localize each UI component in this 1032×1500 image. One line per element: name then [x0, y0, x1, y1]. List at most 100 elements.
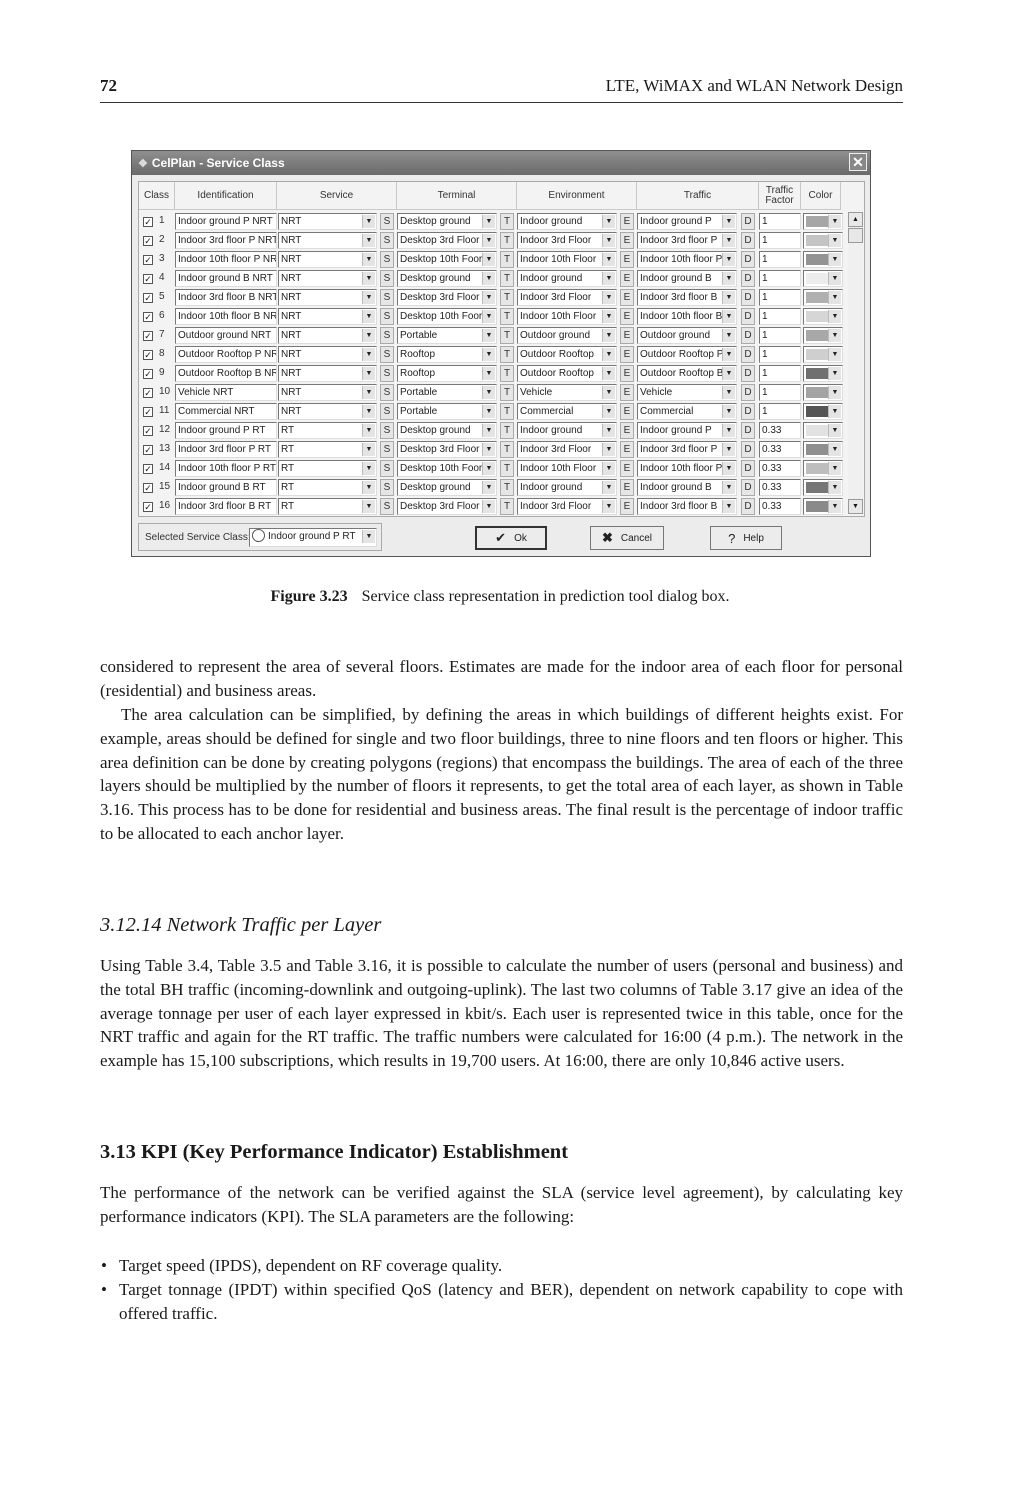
chevron-down-icon[interactable]: ▼ [362, 386, 375, 399]
service-edit-button[interactable]: S [380, 384, 394, 401]
terminal-edit-button[interactable]: T [500, 498, 514, 515]
identification-input[interactable]: Indoor ground P NRT [175, 213, 277, 230]
chevron-down-icon[interactable]: ▼ [482, 405, 495, 418]
terminal-edit-button[interactable]: T [500, 422, 514, 439]
traffic-dropdown[interactable]: Commercial ▼ [637, 403, 737, 420]
chevron-down-icon[interactable]: ▼ [482, 348, 495, 361]
service-edit-button[interactable]: S [380, 308, 394, 325]
traffic-edit-button[interactable]: D [741, 270, 755, 287]
terminal-edit-button[interactable]: T [500, 232, 514, 249]
terminal-edit-button[interactable]: T [500, 460, 514, 477]
identification-input[interactable]: Indoor 10th floor P RT [175, 460, 277, 477]
environment-edit-button[interactable]: E [620, 498, 634, 515]
traffic-factor-input[interactable]: 1 [759, 232, 801, 249]
service-edit-button[interactable]: S [380, 232, 394, 249]
ok-button[interactable]: ✔ Ok [475, 526, 547, 550]
service-edit-button[interactable]: S [380, 213, 394, 230]
terminal-dropdown[interactable]: Desktop 3rd Floor ▼ [397, 441, 497, 458]
environment-edit-button[interactable]: E [620, 213, 634, 230]
chevron-down-icon[interactable]: ▼ [482, 253, 495, 266]
chevron-down-icon[interactable]: ▼ [722, 367, 735, 380]
traffic-factor-input[interactable]: 1 [759, 213, 801, 230]
identification-input[interactable]: Indoor ground B RT [175, 479, 277, 496]
environment-dropdown[interactable]: Indoor ground ▼ [517, 270, 617, 287]
terminal-edit-button[interactable]: T [500, 365, 514, 382]
chevron-down-icon[interactable]: ▼ [828, 424, 841, 437]
chevron-down-icon[interactable]: ▼ [602, 443, 615, 456]
class-checkbox[interactable]: ✓ [143, 369, 153, 379]
chevron-down-icon[interactable]: ▼ [602, 329, 615, 342]
traffic-dropdown[interactable]: Indoor 3rd floor P ▼ [637, 441, 737, 458]
chevron-down-icon[interactable]: ▼ [722, 481, 735, 494]
color-dropdown[interactable]: ▼ [803, 270, 843, 287]
chevron-down-icon[interactable]: ▼ [602, 481, 615, 494]
traffic-factor-input[interactable]: 0.33 [759, 441, 801, 458]
service-edit-button[interactable]: S [380, 403, 394, 420]
class-checkbox[interactable]: ✓ [143, 312, 153, 322]
traffic-factor-input[interactable]: 1 [759, 384, 801, 401]
chevron-down-icon[interactable]: ▼ [722, 234, 735, 247]
chevron-down-icon[interactable]: ▼ [602, 310, 615, 323]
color-dropdown[interactable]: ▼ [803, 384, 843, 401]
environment-dropdown[interactable]: Outdoor Rooftop ▼ [517, 365, 617, 382]
class-checkbox[interactable]: ✓ [143, 236, 153, 246]
terminal-dropdown[interactable]: Desktop 10th Foor ▼ [397, 460, 497, 477]
color-dropdown[interactable]: ▼ [803, 289, 843, 306]
traffic-factor-input[interactable]: 1 [759, 365, 801, 382]
color-dropdown[interactable]: ▼ [803, 403, 843, 420]
terminal-edit-button[interactable]: T [500, 441, 514, 458]
service-dropdown[interactable]: NRT ▼ [278, 270, 377, 287]
chevron-down-icon[interactable]: ▼ [482, 367, 495, 380]
terminal-edit-button[interactable]: T [500, 251, 514, 268]
chevron-down-icon[interactable]: ▼ [722, 310, 735, 323]
traffic-dropdown[interactable]: Indoor ground B ▼ [637, 270, 737, 287]
traffic-edit-button[interactable]: D [741, 308, 755, 325]
chevron-down-icon[interactable]: ▼ [362, 310, 375, 323]
service-edit-button[interactable]: S [380, 365, 394, 382]
chevron-down-icon[interactable]: ▼ [722, 386, 735, 399]
vertical-scrollbar[interactable]: ▲ ▼ [848, 212, 863, 514]
chevron-down-icon[interactable]: ▼ [722, 348, 735, 361]
class-checkbox[interactable]: ✓ [143, 350, 153, 360]
scroll-down-button[interactable]: ▼ [848, 499, 863, 514]
chevron-down-icon[interactable]: ▼ [602, 272, 615, 285]
chevron-down-icon[interactable]: ▼ [602, 462, 615, 475]
class-checkbox[interactable]: ✓ [143, 426, 153, 436]
traffic-factor-input[interactable]: 0.33 [759, 479, 801, 496]
service-edit-button[interactable]: S [380, 346, 394, 363]
identification-input[interactable]: Indoor 10th floor B NR [175, 308, 277, 325]
traffic-factor-input[interactable]: 0.33 [759, 422, 801, 439]
terminal-dropdown[interactable]: Desktop 3rd Floor ▼ [397, 232, 497, 249]
chevron-down-icon[interactable]: ▼ [362, 443, 375, 456]
chevron-down-icon[interactable]: ▼ [828, 386, 841, 399]
chevron-down-icon[interactable]: ▼ [602, 424, 615, 437]
environment-dropdown[interactable]: Indoor 3rd Floor ▼ [517, 498, 617, 515]
service-edit-button[interactable]: S [380, 270, 394, 287]
environment-dropdown[interactable]: Indoor 10th Floor ▼ [517, 308, 617, 325]
terminal-dropdown[interactable]: Desktop 3rd Floor ▼ [397, 498, 497, 515]
traffic-dropdown[interactable]: Indoor 3rd floor B ▼ [637, 498, 737, 515]
environment-edit-button[interactable]: E [620, 441, 634, 458]
environment-edit-button[interactable]: E [620, 232, 634, 249]
traffic-dropdown[interactable]: Indoor ground P ▼ [637, 213, 737, 230]
chevron-down-icon[interactable]: ▼ [722, 215, 735, 228]
chevron-down-icon[interactable]: ▼ [828, 348, 841, 361]
environment-edit-button[interactable]: E [620, 308, 634, 325]
terminal-edit-button[interactable]: T [500, 327, 514, 344]
chevron-down-icon[interactable]: ▼ [602, 253, 615, 266]
class-checkbox[interactable]: ✓ [143, 502, 153, 512]
chevron-down-icon[interactable]: ▼ [602, 405, 615, 418]
environment-dropdown[interactable]: Commercial ▼ [517, 403, 617, 420]
chevron-down-icon[interactable]: ▼ [602, 348, 615, 361]
traffic-edit-button[interactable]: D [741, 251, 755, 268]
chevron-down-icon[interactable]: ▼ [602, 500, 615, 513]
identification-input[interactable]: Indoor 3rd floor B RT [175, 498, 277, 515]
traffic-dropdown[interactable]: Indoor 10th floor P ▼ [637, 251, 737, 268]
identification-input[interactable]: Indoor 3rd floor P RT [175, 441, 277, 458]
traffic-edit-button[interactable]: D [741, 441, 755, 458]
chevron-down-icon[interactable]: ▼ [362, 272, 375, 285]
terminal-edit-button[interactable]: T [500, 270, 514, 287]
class-checkbox[interactable]: ✓ [143, 388, 153, 398]
traffic-factor-input[interactable]: 1 [759, 308, 801, 325]
environment-dropdown[interactable]: Outdoor ground ▼ [517, 327, 617, 344]
